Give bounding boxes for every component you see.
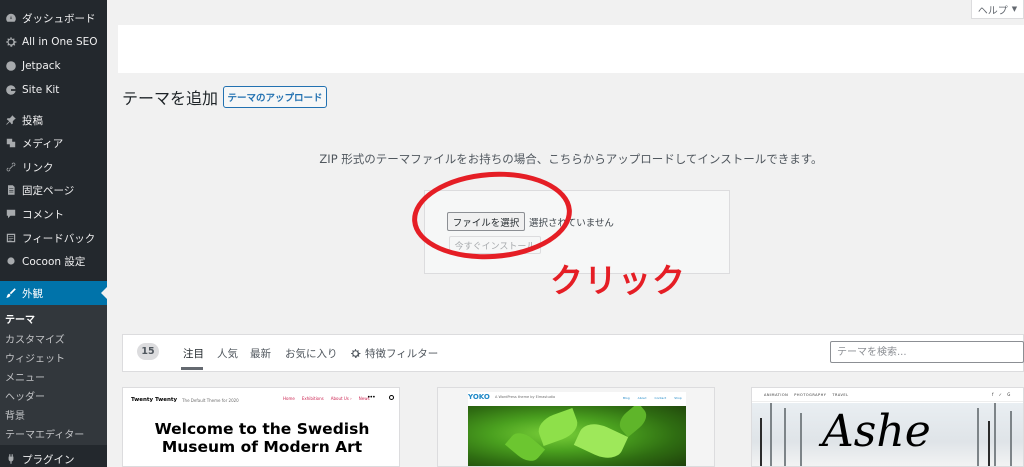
filter-latest[interactable]: 最新 <box>250 346 271 361</box>
page-icon <box>1 184 21 196</box>
jetpack-icon <box>1 60 21 72</box>
social-icons: f ✓ G <box>992 392 1013 397</box>
brush-icon <box>1 287 21 299</box>
theme-card-yoko[interactable]: YOKO A WordPress theme by Elmastudio Blo… <box>437 387 715 467</box>
sidebar-item-cocoon-settings[interactable]: Cocoon 設定 <box>0 249 107 273</box>
theme-preview-title: YOKO <box>468 393 490 401</box>
more-dots-icon: ••• <box>367 394 376 401</box>
sidebar-item-comments[interactable]: コメント <box>0 202 107 226</box>
sidebar-item-jetpack[interactable]: Jetpack <box>0 54 107 78</box>
gear-icon <box>1 36 21 48</box>
leaf-photo-image <box>468 406 686 466</box>
submenu-customize[interactable]: カスタマイズ <box>5 331 65 346</box>
submenu-menus[interactable]: メニュー <box>5 369 45 384</box>
notice-banner <box>118 25 1024 73</box>
pin-icon <box>1 114 21 126</box>
theme-preview-nav: Home Exhibitions About Us › News <box>283 396 370 401</box>
appearance-submenu: テーマ カスタマイズ ウィジェット メニュー ヘッダー 背景 テーマエディター <box>0 305 107 445</box>
gear-icon <box>351 349 361 358</box>
help-tab[interactable]: ヘルプ ▼ <box>971 0 1024 19</box>
theme-card-ashe[interactable]: ANIMATION PHOTOGRAPHY TRAVEL f ✓ G Ashe <box>751 387 1024 467</box>
sidebar-item-pages[interactable]: 固定ページ <box>0 178 107 202</box>
filter-popular[interactable]: 人気 <box>217 346 238 361</box>
admin-sidebar: ダッシュボード All in One SEO Jetpack Site Kit … <box>0 0 107 467</box>
comment-icon <box>1 208 21 220</box>
feature-filter-button[interactable]: 特徴フィルター <box>350 346 438 361</box>
sidebar-item-media[interactable]: メディア <box>0 131 107 155</box>
sidebar-item-site-kit[interactable]: Site Kit <box>0 78 107 102</box>
dashboard-icon <box>1 12 21 24</box>
filter-favorites[interactable]: お気に入り <box>285 346 338 361</box>
theme-card-twenty-twenty[interactable]: Twenty Twenty The Default Theme for 2020… <box>122 387 400 467</box>
page-title: テーマを追加 <box>122 89 219 108</box>
upload-instructions: ZIP 形式のテーマファイルをお持ちの場合、こちらからアップロードしてインストー… <box>319 152 823 166</box>
annotation-click-label: クリック <box>550 261 686 300</box>
submenu-background[interactable]: 背景 <box>5 407 25 422</box>
sidebar-item-links[interactable]: リンク <box>0 155 107 179</box>
theme-count-badge: 15 <box>137 343 159 360</box>
theme-preview-header: ANIMATION PHOTOGRAPHY TRAVEL f ✓ G <box>752 388 1023 402</box>
circle-icon <box>1 255 21 267</box>
submenu-header[interactable]: ヘッダー <box>5 388 45 403</box>
sidebar-item-feedback[interactable]: フィードバック <box>0 226 107 250</box>
theme-preview-tagline: A WordPress theme by Elmastudio <box>495 395 556 399</box>
upload-theme-button[interactable]: テーマのアップロード <box>223 86 327 108</box>
link-icon <box>1 161 21 173</box>
theme-preview-nav: Blog About Contact Shop <box>623 396 682 400</box>
sidebar-item-posts[interactable]: 投稿 <box>0 108 107 132</box>
sidebar-item-dashboard[interactable]: ダッシュボード <box>0 6 107 30</box>
submenu-widgets[interactable]: ウィジェット <box>5 350 65 365</box>
plugin-icon <box>1 453 21 465</box>
feedback-icon <box>1 232 21 244</box>
caret-down-icon: ▼ <box>1011 5 1018 13</box>
sidebar-item-plugins[interactable]: プラグイン <box>0 447 107 467</box>
google-g-icon <box>1 84 21 96</box>
filter-featured[interactable]: 注目 <box>183 346 204 361</box>
theme-search-input[interactable] <box>830 341 1024 363</box>
theme-preview-headline: Welcome to the Swedish Museum of Modern … <box>154 420 370 456</box>
search-icon <box>389 395 394 400</box>
theme-preview-title: Ashe <box>822 406 931 457</box>
filter-current-underline <box>181 367 203 370</box>
submenu-theme-editor[interactable]: テーマエディター <box>5 426 84 441</box>
active-menu-arrow <box>101 287 107 299</box>
sidebar-item-appearance[interactable]: 外観 <box>0 281 107 305</box>
media-icon <box>1 137 21 149</box>
submenu-themes[interactable]: テーマ <box>5 311 35 326</box>
sidebar-item-all-in-one-seo[interactable]: All in One SEO <box>0 30 107 54</box>
